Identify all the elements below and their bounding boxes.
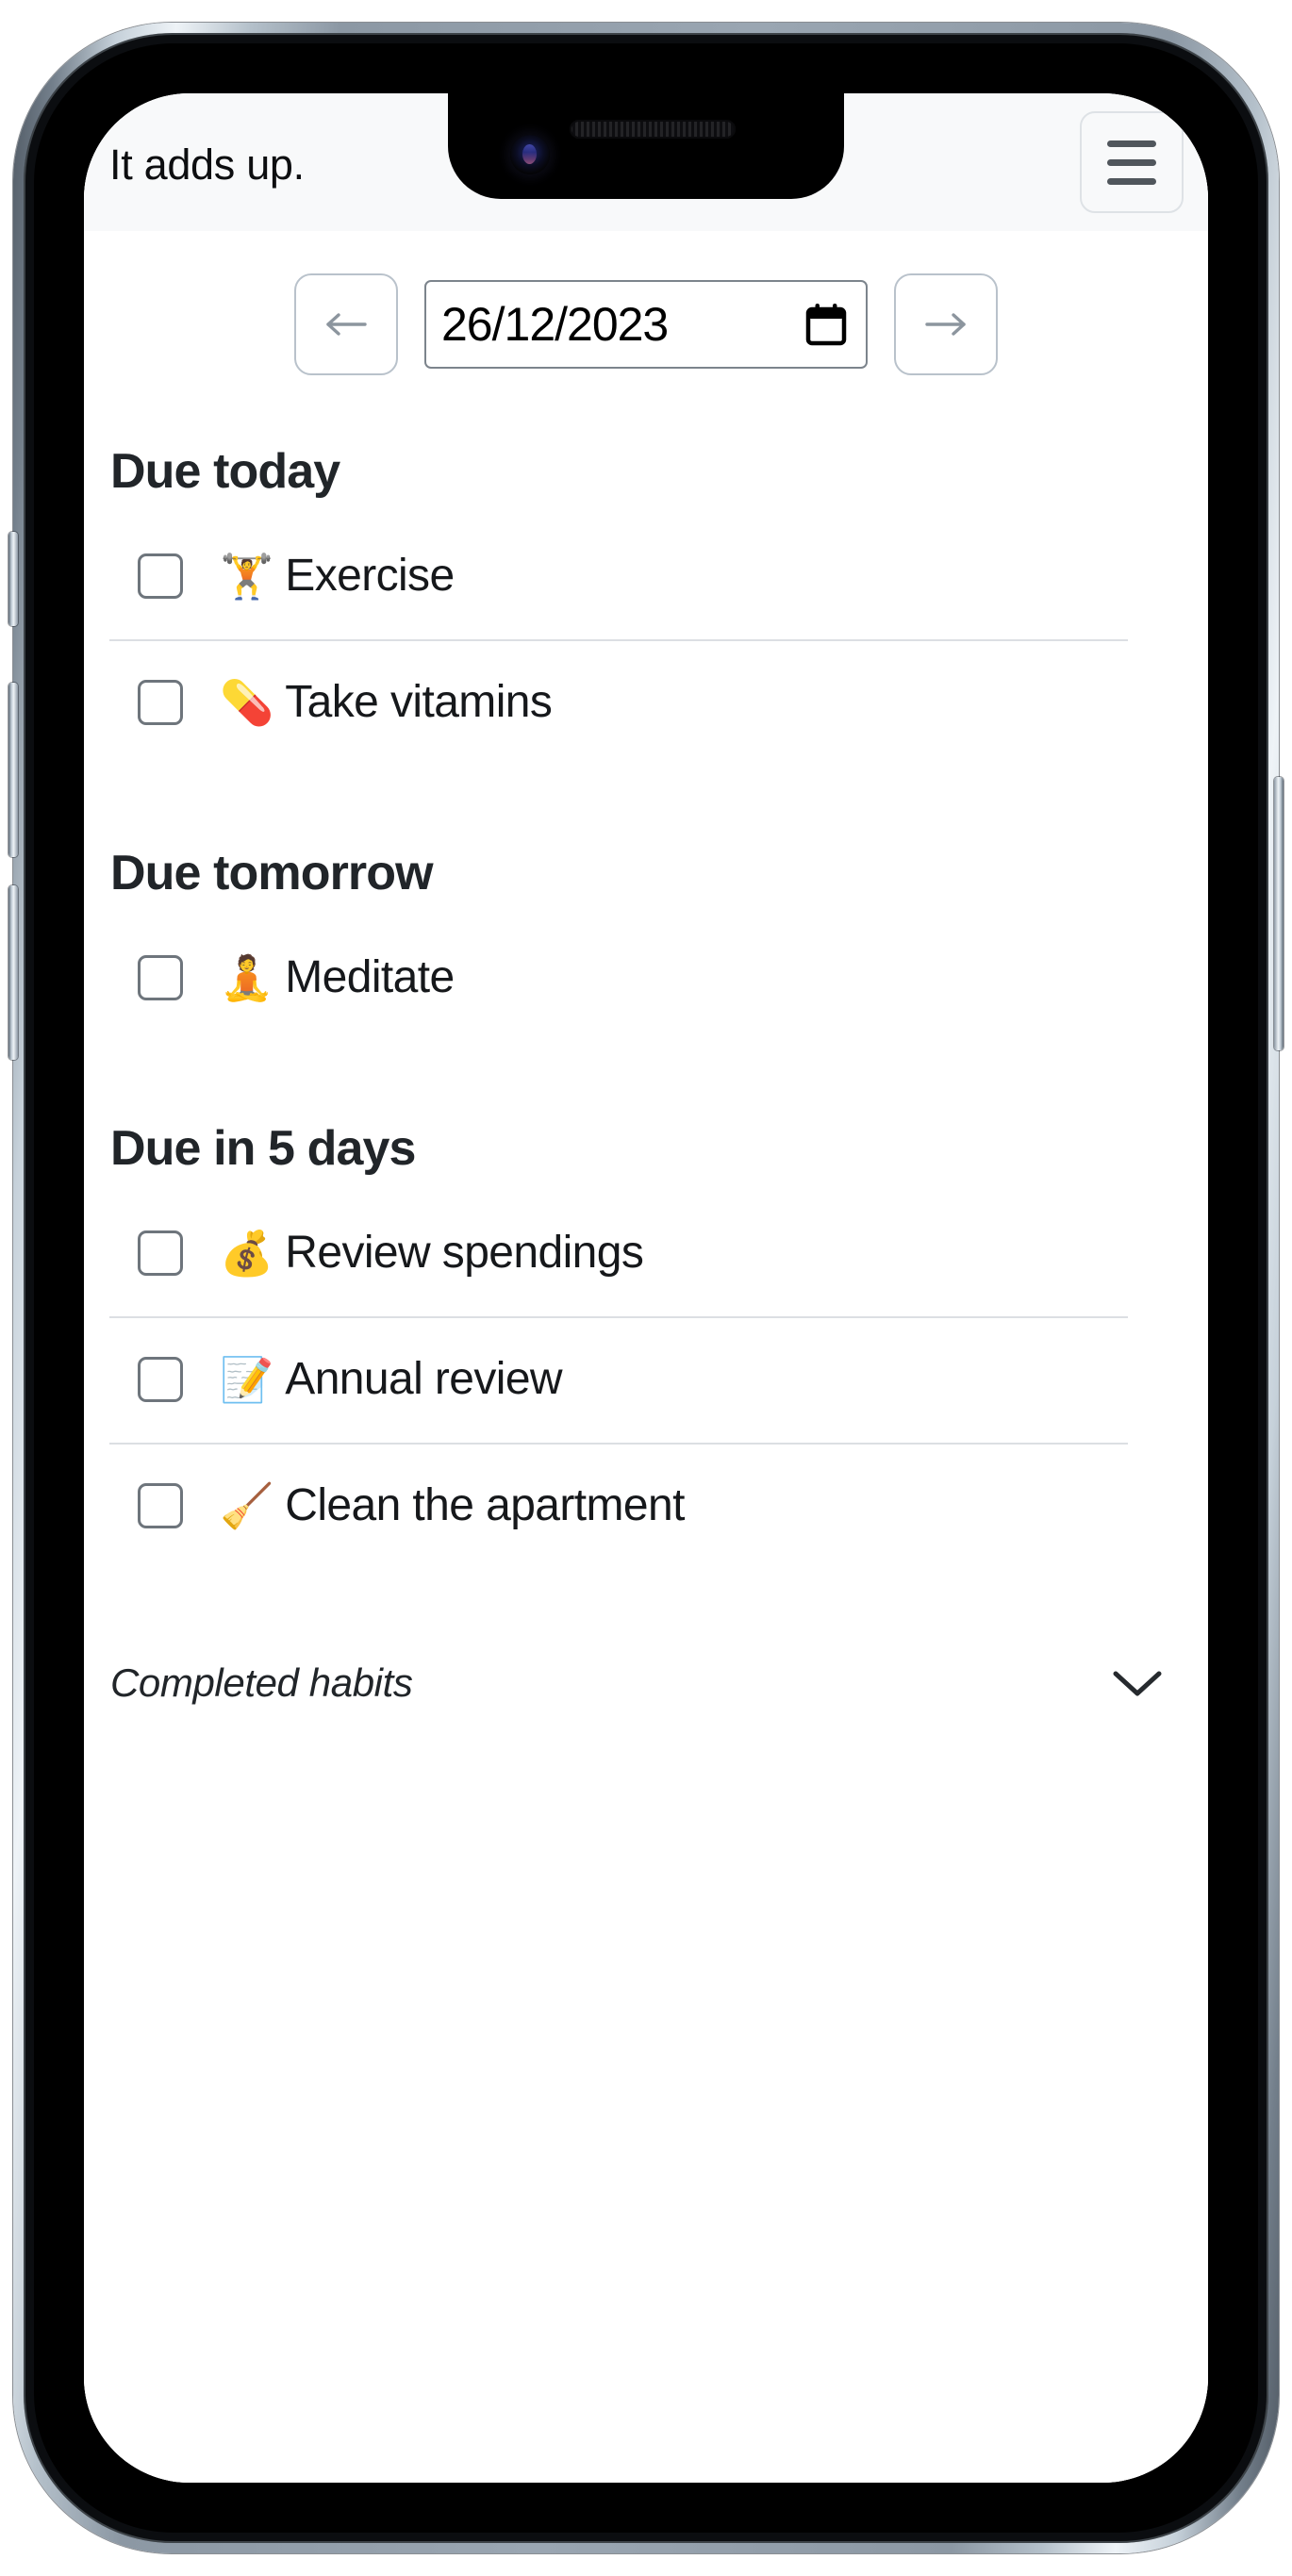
section-heading-due-in-5-days: Due in 5 days	[110, 1121, 416, 1176]
hamburger-menu-icon-line-1	[1107, 140, 1156, 147]
power-button[interactable]	[1274, 777, 1284, 1050]
previous-day-button[interactable]	[294, 273, 398, 375]
habit-label: Clean the apartment	[285, 1480, 685, 1530]
main-content: 26/12/2023 Due today 🏋️ Exercise 💊 Take …	[84, 231, 1208, 2483]
calendar-icon[interactable]	[805, 303, 847, 346]
date-navigation-bar: 26/12/2023	[109, 231, 1183, 375]
volume-down-button[interactable]	[8, 885, 18, 1060]
habit-list-due-in-5-days: 💰 Review spendings 📝 Annual review 🧹 Cle…	[109, 1190, 1183, 1569]
hamburger-menu-icon-line-2	[1107, 158, 1156, 166]
front-camera	[510, 135, 550, 174]
section-heading-due-tomorrow: Due tomorrow	[110, 846, 434, 900]
date-input[interactable]: 26/12/2023	[424, 280, 868, 369]
habit-row-review-spendings[interactable]: 💰 Review spendings	[109, 1190, 1183, 1316]
habit-tracker-app: It adds up. 26/12/2023 Due today 🏋️ Exer…	[84, 93, 1208, 2483]
arrow-left-icon	[326, 313, 367, 336]
habit-row-clean-the-apartment[interactable]: 🧹 Clean the apartment	[109, 1443, 1183, 1569]
habit-label: Meditate	[285, 952, 455, 1002]
hamburger-menu-icon-line-3	[1107, 177, 1156, 185]
pill-emoji: 💊	[220, 677, 274, 728]
silence-switch-button[interactable]	[8, 532, 18, 626]
phone-display: It adds up. 26/12/2023 Due today 🏋️ Exer…	[84, 93, 1208, 2483]
chevron-down-icon	[1113, 1671, 1162, 1696]
app-title: It adds up.	[109, 140, 305, 189]
habit-label: Exercise	[285, 551, 455, 601]
completed-habits-toggle[interactable]: Completed habits	[109, 1650, 1183, 1716]
phone-screen-bezel: It adds up. 26/12/2023 Due today 🏋️ Exer…	[34, 43, 1258, 2533]
habit-label: Annual review	[285, 1354, 562, 1404]
memo-emoji: 📝	[220, 1354, 274, 1405]
date-input-value: 26/12/2023	[441, 298, 669, 351]
broom-emoji: 🧹	[220, 1480, 274, 1531]
habit-label: Review spendings	[285, 1228, 644, 1278]
next-day-button[interactable]	[894, 273, 998, 375]
habit-list-due-tomorrow: 🧘 Meditate	[109, 915, 1183, 1041]
person-in-lotus-position-emoji: 🧘	[220, 952, 274, 1003]
section-heading-due-today: Due today	[110, 444, 340, 499]
money-bag-emoji: 💰	[220, 1228, 274, 1279]
habit-row-take-vitamins[interactable]: 💊 Take vitamins	[109, 639, 1183, 766]
habit-checkbox[interactable]	[138, 1483, 183, 1528]
phone-notch	[448, 93, 844, 199]
phone-device-frame: It adds up. 26/12/2023 Due today 🏋️ Exer…	[8, 23, 1284, 2553]
habit-row-meditate[interactable]: 🧘 Meditate	[109, 915, 1183, 1041]
habit-checkbox[interactable]	[138, 955, 183, 1000]
habit-checkbox[interactable]	[138, 1357, 183, 1402]
hamburger-menu-button[interactable]	[1080, 111, 1184, 213]
habit-list-due-today: 🏋️ Exercise 💊 Take vitamins	[109, 513, 1183, 766]
volume-up-button[interactable]	[8, 683, 18, 857]
weight-lifter-emoji: 🏋️	[220, 551, 274, 602]
habit-row-annual-review[interactable]: 📝 Annual review	[109, 1316, 1183, 1443]
habit-checkbox[interactable]	[138, 680, 183, 725]
completed-habits-label: Completed habits	[110, 1660, 413, 1705]
habit-checkbox[interactable]	[138, 1230, 183, 1276]
screenshot-canvas: It adds up. 26/12/2023 Due today 🏋️ Exer…	[0, 0, 1292, 2576]
earpiece-speaker	[570, 120, 737, 139]
habit-checkbox[interactable]	[138, 553, 183, 599]
arrow-right-icon	[925, 313, 966, 336]
habit-row-exercise[interactable]: 🏋️ Exercise	[109, 513, 1183, 639]
habit-label: Take vitamins	[285, 677, 553, 727]
